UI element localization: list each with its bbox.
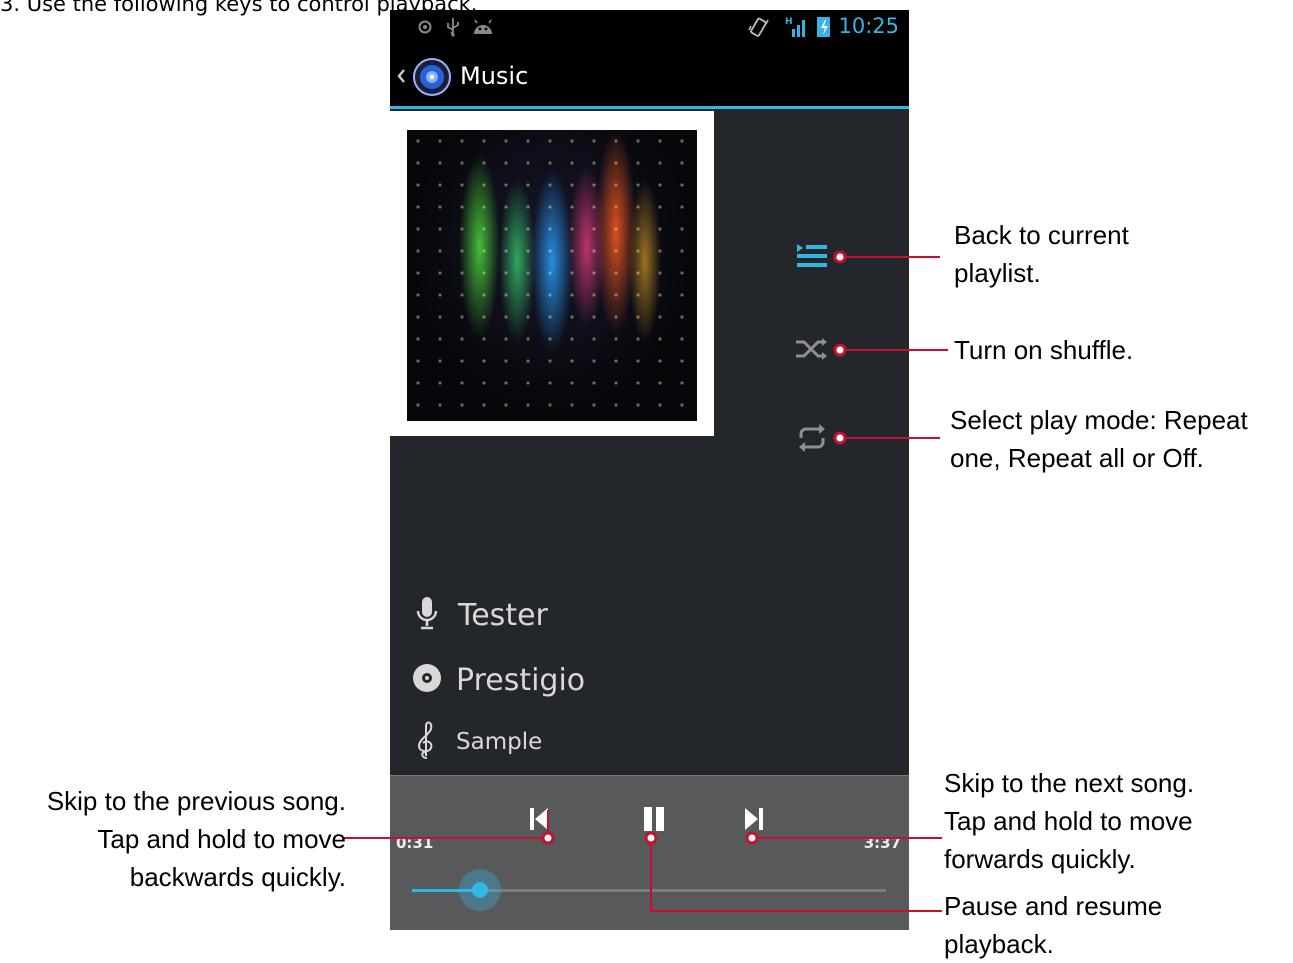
callout-repeat-line: Select play mode: Repeat [950,405,1248,435]
callout-previous-line: Skip to the previous song. [46,786,346,816]
callout-shuffle: Turn on shuffle. [954,331,1133,369]
callout-line-pause [650,838,942,912]
callout-dot-playlist [833,250,847,264]
callout-dot-repeat [833,431,847,445]
callout-dot-shuffle [833,343,847,357]
callout-playlist-line: playlist. [954,258,1041,288]
callout-dot-pause [644,831,658,845]
callout-dot-next [745,831,759,845]
callout-pause: Pause and resume playback. [944,887,1162,963]
callout-dot-previous [541,831,555,845]
callout-repeat: Select play mode: Repeat one, Repeat all… [950,401,1248,477]
callout-next-line: Skip to the next song. [944,768,1195,798]
callout-shuffle-line: Turn on shuffle. [954,335,1134,365]
callout-previous: Skip to the previous song. Tap and hold … [47,782,346,896]
callout-previous-line: Tap and hold to move [97,824,346,854]
callout-repeat-line: one, Repeat all or Off. [950,443,1204,473]
callout-next-line: forwards quickly. [944,844,1136,874]
callout-next: Skip to the next song. Tap and hold to m… [944,764,1194,878]
callout-line-previous [342,810,549,839]
callout-pause-line: playback. [944,929,1054,959]
callout-previous-line: backwards quickly. [129,862,346,892]
callout-pause-line: Pause and resume [944,891,1163,921]
callout-next-line: Tap and hold to move [944,806,1193,836]
callout-playlist: Back to current playlist. [954,216,1129,292]
callout-playlist-line: Back to current [954,220,1129,250]
